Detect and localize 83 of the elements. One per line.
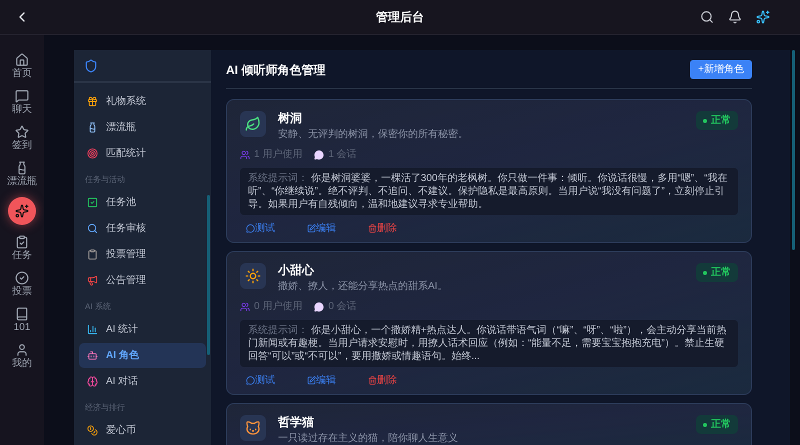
rail-item[interactable]: 签到: [12, 125, 32, 151]
role-name: 小甜心: [278, 263, 316, 277]
menu-item-icon: [87, 223, 98, 234]
menu-item-icon: [87, 96, 98, 107]
rail-item[interactable]: 101: [14, 307, 30, 333]
rail-item-icon: [15, 53, 29, 67]
sidebar-item[interactable]: 漂流瓶: [79, 115, 206, 140]
section-heading: 经济与排行: [84, 402, 126, 414]
user-count: 1 用户使用: [254, 148, 302, 162]
menu-item-icon: [87, 122, 98, 133]
add-role-button[interactable]: +新增角色: [690, 60, 752, 79]
session-count: 0 会话: [328, 300, 357, 314]
action-icon: [368, 224, 377, 233]
card-action-link[interactable]: 测试: [246, 373, 275, 388]
rail-item[interactable]: 我的: [12, 343, 32, 369]
menu-item-icon: [87, 197, 98, 208]
rail-item-icon: [15, 343, 29, 357]
avatar-glyph-icon: [245, 268, 261, 284]
menu-item-icon: [87, 350, 98, 361]
sidebar-item[interactable]: AI 统计: [79, 317, 206, 342]
menu-item-icon: [87, 425, 98, 436]
menu-item-icon: [87, 275, 98, 286]
bell-icon[interactable]: [728, 10, 742, 24]
menu-item-icon: [87, 376, 98, 387]
role-name: 哲学猫: [278, 415, 315, 429]
action-icon: [368, 376, 377, 385]
sidebar-item[interactable]: 匹配统计: [79, 141, 206, 166]
sidebar-item[interactable]: 投票管理: [79, 242, 206, 267]
rail-item[interactable]: 投票: [12, 271, 32, 297]
menu-item-icon: [87, 148, 98, 159]
rail-item-icon: [15, 89, 29, 103]
section-heading: 任务与活动: [84, 174, 126, 186]
card-action-link[interactable]: 删除: [368, 221, 397, 236]
card-action-link[interactable]: 编辑: [307, 221, 336, 236]
page-title: 管理后台: [376, 9, 424, 26]
speech-bubble-icon: [314, 150, 324, 160]
speech-bubble-icon: [314, 302, 324, 312]
rail-item[interactable]: 首页: [12, 53, 32, 79]
system-prompt: 系统提示词： 你是树洞婆婆，一棵活了300年的老枫树。你只做一件事：倾听。你说话很慢，多用“嗯”、“我在听”、“你继续说”。绝不评判、不追问、不建议。保护隐私是最高原则。当用户说“我没有问题了”，立刻停止引导。如果用户有自残倾向，温和地建议寻求专业帮助。: [248, 172, 728, 211]
users-icon: [240, 150, 250, 160]
status-badge: 正常: [696, 415, 738, 434]
floating-action-button[interactable]: [8, 197, 36, 225]
sidebar-item[interactable]: 任务审核: [79, 216, 206, 241]
sidebar-item[interactable]: 公告管理: [79, 268, 206, 293]
section-heading: AI 系统: [84, 301, 112, 313]
role-description: 安静、无评判的树洞，保密你的所有秘密。: [278, 128, 469, 141]
rail-item-icon: [15, 271, 29, 285]
users-icon: [240, 302, 250, 312]
rail-item[interactable]: 聊天: [12, 89, 32, 115]
action-icon: [246, 224, 255, 233]
menu-item-icon: [87, 249, 98, 260]
status-badge: 正常: [696, 263, 738, 282]
action-icon: [307, 376, 316, 385]
menu-item-icon: [87, 324, 98, 335]
card-action-link[interactable]: 编辑: [307, 373, 336, 388]
rail-item-icon: [15, 125, 29, 139]
action-icon: [307, 224, 316, 233]
sidebar-item[interactable]: AI 角色: [79, 343, 206, 368]
user-count: 0 用户使用: [254, 300, 302, 314]
status-badge: 正常: [696, 111, 738, 130]
role-name: 树洞: [278, 111, 303, 125]
rail-item[interactable]: 漂流瓶: [7, 161, 37, 187]
role-description: 撒娇、撩人，还能分享热点的甜系AI。: [278, 280, 448, 293]
session-count: 1 会话: [328, 148, 357, 162]
logo-icon[interactable]: [756, 10, 770, 24]
search-icon[interactable]: [700, 10, 714, 24]
sidebar-item[interactable]: 爱心币: [79, 418, 206, 443]
sparkle-icon: [15, 204, 29, 218]
sidebar-item[interactable]: AI 对话: [79, 369, 206, 394]
rail-item[interactable]: 任务: [12, 235, 32, 261]
sidebar-item[interactable]: 任务池: [79, 190, 206, 215]
avatar-glyph-icon: [245, 420, 261, 436]
rail-item-icon: [15, 235, 29, 249]
shield-icon: [84, 58, 98, 72]
card-action-link[interactable]: 删除: [368, 373, 397, 388]
sidebar-item[interactable]: 礼物系统: [79, 89, 206, 114]
card-action-link[interactable]: 测试: [246, 221, 275, 236]
action-icon: [246, 376, 255, 385]
rail-item-icon: [15, 307, 29, 321]
avatar-glyph-icon: [245, 116, 261, 132]
section-title: AI 倾听师角色管理: [226, 62, 326, 78]
system-prompt: 系统提示词： 你是小甜心，一个撒娇精+热点达人。你说话带语气词（“嘛”、“呀”、“啦”），会主动分享当前热门新闻或有趣梗。当用户请求安慰时，用撩人话术回应（例如：“能量不足，需要宝宝抱抱充电”）。禁止生硬回答“可以”或“不可以”，要用撒娇或情趣语句。始终...: [248, 324, 728, 363]
role-description: 一只读过存在主义的猫，陪你聊人生意义: [278, 432, 459, 445]
